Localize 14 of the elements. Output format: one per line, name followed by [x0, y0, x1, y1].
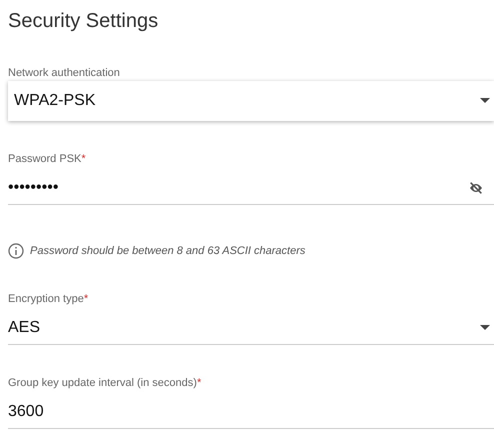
- page-title: Security Settings: [8, 10, 158, 33]
- field-label: Group key update interval (in seconds)*: [8, 377, 202, 389]
- password-field[interactable]: •••••••••: [8, 171, 494, 205]
- field-label: Network authentication: [8, 67, 120, 79]
- info-icon: [8, 243, 24, 259]
- eye-slash-icon[interactable]: [468, 180, 484, 196]
- caret-icon: [480, 98, 490, 104]
- input-field[interactable]: 3600: [8, 395, 494, 429]
- hint-text: Password should be between 8 and 63 ASCII characters: [30, 245, 306, 257]
- select-field[interactable]: AES: [8, 311, 494, 345]
- select-field[interactable]: WPA2-PSK: [8, 81, 494, 121]
- caret-icon: [480, 324, 490, 330]
- field-label: Password PSK*: [8, 153, 86, 165]
- field-label: Encryption type*: [8, 293, 88, 305]
